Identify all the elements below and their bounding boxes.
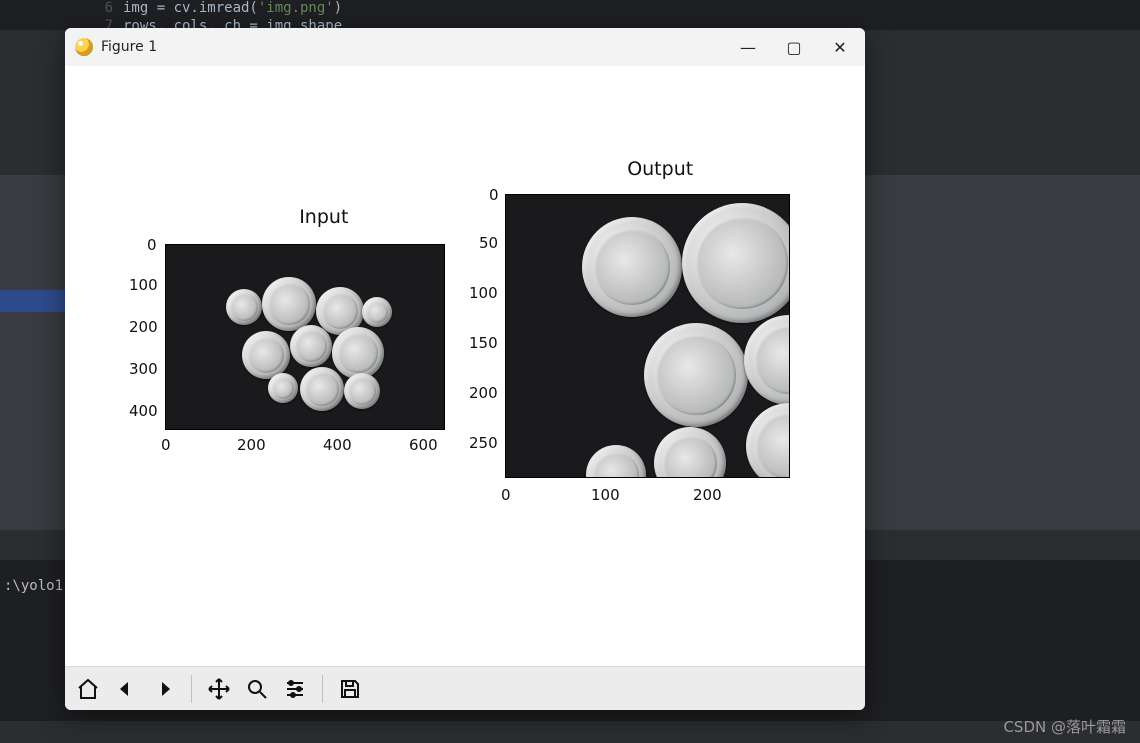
ytick: 250	[469, 434, 498, 452]
save-icon[interactable]	[337, 676, 363, 702]
xtick: 600	[409, 436, 438, 454]
titlebar[interactable]: Figure 1 — ▢ ✕	[65, 28, 865, 66]
xtick: 0	[501, 486, 511, 504]
ytick: 150	[469, 334, 498, 352]
ytick: 200	[469, 384, 498, 402]
back-icon[interactable]	[113, 676, 139, 702]
ytick: 400	[129, 402, 158, 420]
terminal-prompt: :\yolo1	[4, 578, 63, 594]
subplot-output: Output 0 50 100 150 200 250 0 100 200	[455, 186, 815, 586]
editor-selection	[0, 290, 65, 312]
xtick: 200	[693, 486, 722, 504]
subplot-input: Input 0 100 200 300 400 0 200	[115, 236, 475, 536]
maximize-button[interactable]: ▢	[785, 38, 803, 57]
app-icon	[75, 38, 93, 56]
toolbar-separator	[191, 675, 192, 703]
close-button[interactable]: ✕	[831, 38, 849, 57]
minimize-button[interactable]: —	[739, 38, 757, 57]
plot-title: Input	[299, 206, 348, 228]
home-icon[interactable]	[75, 676, 101, 702]
xtick: 100	[591, 486, 620, 504]
pan-icon[interactable]	[206, 676, 232, 702]
window-title: Figure 1	[101, 39, 157, 55]
plot-title: Output	[627, 158, 693, 180]
ytick: 0	[489, 186, 499, 204]
xtick: 0	[161, 436, 171, 454]
axes-image-input	[165, 244, 445, 430]
watermark: CSDN @落叶霜霜	[1003, 716, 1126, 737]
axes-image-output	[505, 194, 790, 478]
figure-window: Figure 1 — ▢ ✕ Input 0	[65, 28, 865, 710]
ytick: 0	[147, 236, 157, 254]
mpl-toolbar	[65, 666, 865, 710]
config-icon[interactable]	[282, 676, 308, 702]
xtick: 400	[323, 436, 352, 454]
xtick: 200	[237, 436, 266, 454]
ytick: 300	[129, 360, 158, 378]
toolbar-separator	[322, 675, 323, 703]
ytick: 100	[129, 276, 158, 294]
ytick: 50	[479, 234, 498, 252]
figure-canvas[interactable]: Input 0 100 200 300 400 0 200	[65, 66, 865, 666]
zoom-icon[interactable]	[244, 676, 270, 702]
ytick: 200	[129, 318, 158, 336]
forward-icon[interactable]	[151, 676, 177, 702]
ytick: 100	[469, 284, 498, 302]
